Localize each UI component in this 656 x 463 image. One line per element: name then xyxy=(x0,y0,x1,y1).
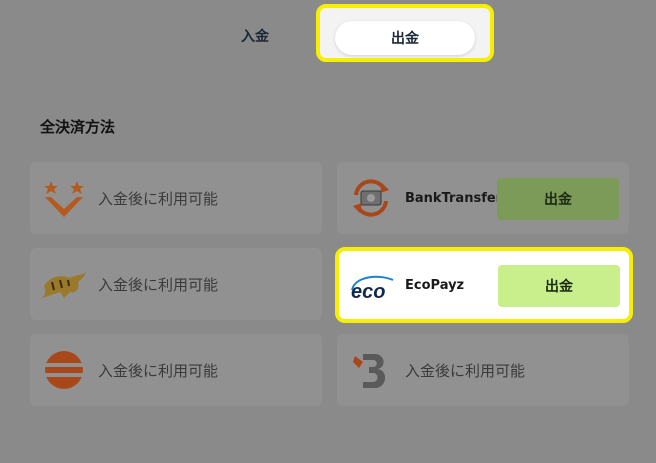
tiger-logo-icon xyxy=(40,260,88,308)
payment-card-unavailable-4: 入金後に利用可能 xyxy=(337,334,629,406)
striped-circle-logo-icon xyxy=(40,346,88,394)
unavailable-label: 入金後に利用可能 xyxy=(98,275,219,294)
tab-withdraw-highlight: 出金 xyxy=(316,4,494,62)
unavailable-label: 入金後に利用可能 xyxy=(98,361,219,380)
deposit-withdraw-tabs: 入金 出金 xyxy=(0,0,656,70)
ecopayz-withdraw-button[interactable]: 出金 xyxy=(498,265,620,307)
unavailable-label: 入金後に利用可能 xyxy=(98,189,219,208)
payment-card-unavailable-2: 入金後に利用可能 xyxy=(30,248,322,320)
banktransfer-name: BankTransfer xyxy=(405,190,503,206)
payment-card-unavailable-1: 入金後に利用可能 xyxy=(30,162,322,234)
stars-check-logo-icon xyxy=(40,174,88,222)
ecopayz-logo-text: eco xyxy=(351,281,385,302)
tab-deposit[interactable]: 入金 xyxy=(225,22,285,50)
ecopayz-name: EcoPayz xyxy=(405,277,465,293)
payment-card-banktransfer: BankTransfer 出金 xyxy=(337,162,629,234)
payment-card-unavailable-3: 入金後に利用可能 xyxy=(30,334,322,406)
bank-transfer-logo-icon xyxy=(347,174,395,222)
tab-withdraw[interactable]: 出金 xyxy=(335,21,475,55)
ecopayz-logo-icon: eco xyxy=(349,263,397,311)
section-title: 全決済方法 xyxy=(40,118,116,136)
b-letter-logo-icon xyxy=(347,346,395,394)
payment-card-ecopayz: eco EcoPayz 出金 xyxy=(335,247,633,323)
unavailable-label: 入金後に利用可能 xyxy=(405,361,526,380)
banktransfer-withdraw-button[interactable]: 出金 xyxy=(497,178,619,220)
